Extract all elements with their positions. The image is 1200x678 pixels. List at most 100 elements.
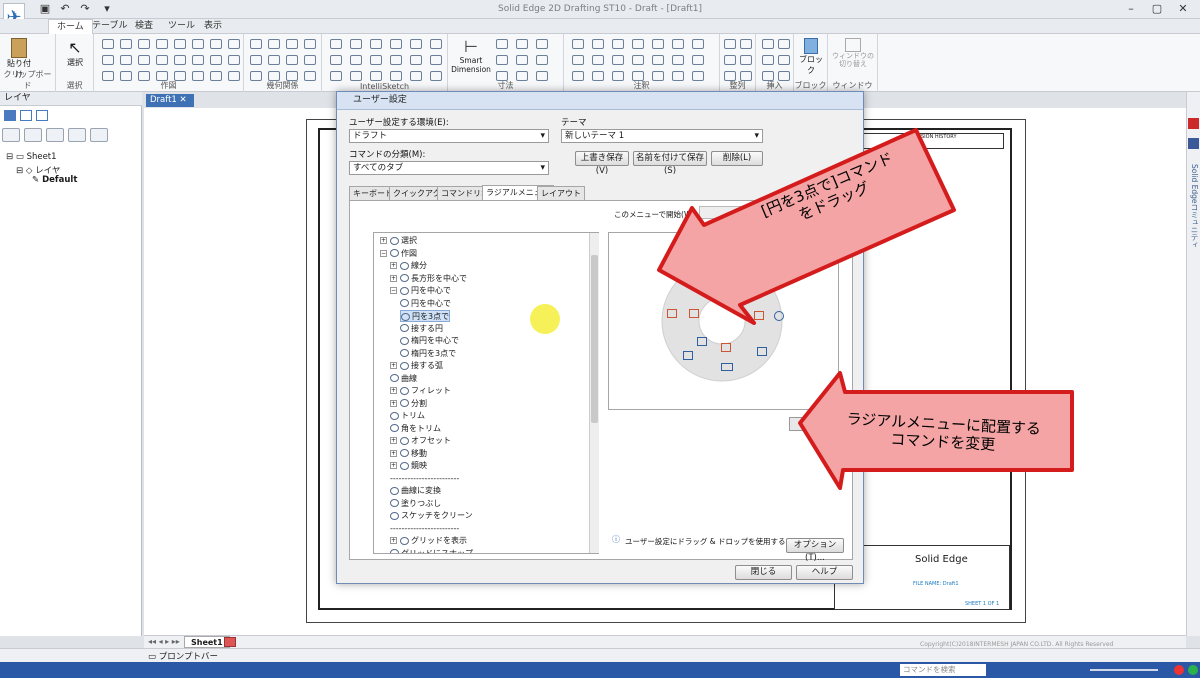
prompt-bar-toggle[interactable]: ▭ プロンプトバー: [148, 650, 218, 662]
align-bottom-icon[interactable]: [740, 55, 752, 65]
radial-slot-icon[interactable]: [699, 275, 709, 284]
distance-icon[interactable]: [496, 39, 508, 49]
radial-slot-icon[interactable]: [689, 309, 699, 318]
expand-toggle-icon[interactable]: +: [390, 262, 397, 269]
leader-icon[interactable]: [612, 39, 624, 49]
move-icon[interactable]: [156, 55, 168, 65]
facebook-icon[interactable]: [1188, 138, 1199, 149]
perpendicular-icon[interactable]: [268, 55, 280, 65]
insert-text-icon[interactable]: [762, 39, 774, 49]
check-icon[interactable]: [390, 71, 402, 81]
symmetric-dim-icon[interactable]: [496, 55, 508, 65]
fill-icon[interactable]: [156, 39, 168, 49]
expand-toggle-icon[interactable]: +: [390, 437, 397, 444]
radial-slot-icon[interactable]: [667, 309, 677, 318]
hatch-icon[interactable]: [174, 39, 186, 49]
arc-icon[interactable]: [120, 39, 132, 49]
tree-item[interactable]: 楕円を3点で: [400, 348, 456, 360]
active-layer-icon[interactable]: [24, 128, 42, 142]
circle-icon[interactable]: [120, 55, 132, 65]
tree-item[interactable]: トリム: [390, 410, 425, 422]
insert-object-icon[interactable]: [778, 55, 790, 65]
line-icon[interactable]: [102, 39, 114, 49]
check-icon[interactable]: [370, 55, 382, 65]
check-icon[interactable]: [430, 55, 442, 65]
align-top-icon[interactable]: [724, 55, 736, 65]
bolt-hole-icon[interactable]: [652, 55, 664, 65]
check-icon[interactable]: [430, 39, 442, 49]
check-icon[interactable]: [330, 55, 342, 65]
radial-slot-icon[interactable]: [683, 351, 693, 360]
balloon-icon[interactable]: [592, 39, 604, 49]
tree-item[interactable]: ------------------------: [390, 473, 459, 485]
theme-select[interactable]: 新しいテーマ 1: [561, 129, 763, 143]
radial-option-button[interactable]: [789, 417, 819, 431]
zoom-slider[interactable]: [1090, 669, 1158, 671]
check-icon[interactable]: [350, 71, 362, 81]
center-line-icon[interactable]: [692, 55, 704, 65]
callout-icon[interactable]: [572, 39, 584, 49]
radial-menu-preview[interactable]: [608, 232, 839, 410]
check-icon[interactable]: [410, 55, 422, 65]
insert-image-icon[interactable]: [762, 55, 774, 65]
radial-slot-icon[interactable]: [721, 343, 731, 352]
align-right-icon[interactable]: [740, 39, 752, 49]
tree-item[interactable]: + 選択: [380, 235, 417, 247]
tree-item[interactable]: − 円を中心で: [390, 285, 451, 297]
select-button[interactable]: ↖ 選択: [60, 38, 90, 68]
align-left-icon[interactable]: [724, 39, 736, 49]
tree-item[interactable]: 円を3点で: [400, 310, 451, 322]
block-button[interactable]: ブロック: [796, 38, 826, 76]
expand-toggle-icon[interactable]: +: [390, 387, 397, 394]
expand-toggle-icon[interactable]: −: [380, 249, 387, 257]
radial-circle-icon[interactable]: [774, 311, 784, 321]
group-tab-icon[interactable]: [20, 110, 32, 121]
tree-item[interactable]: 曲線に変換: [390, 485, 441, 497]
check-icon[interactable]: [330, 39, 342, 49]
save-as-button[interactable]: 名前を付けて保存(S): [633, 151, 707, 176]
tree-item[interactable]: + 鏡映: [390, 460, 427, 472]
edge-icon[interactable]: [612, 55, 624, 65]
crosshair-icon[interactable]: [652, 39, 664, 49]
tree-item[interactable]: + オフセット: [390, 435, 451, 447]
expand-toggle-icon[interactable]: −: [390, 287, 397, 294]
collinear-icon[interactable]: [304, 39, 316, 49]
fcf-icon[interactable]: [672, 39, 684, 49]
tab-inspect[interactable]: 検査: [127, 19, 161, 34]
expand-toggle-icon[interactable]: +: [390, 274, 397, 282]
text-icon[interactable]: [228, 55, 240, 65]
angle-icon[interactable]: [516, 39, 528, 49]
expand-toggle-icon[interactable]: +: [390, 449, 397, 457]
sheet-tab-sheet1[interactable]: Sheet1: [184, 636, 230, 648]
environment-select[interactable]: ドラフト: [349, 129, 549, 143]
sheet-nav-arrows[interactable]: ◂◂ ◂ ▸ ▸▸: [148, 637, 180, 646]
trim-icon[interactable]: [192, 39, 204, 49]
add-sheet-icon[interactable]: [224, 637, 236, 647]
stretch-icon[interactable]: [210, 55, 222, 65]
connect-icon[interactable]: [250, 39, 262, 49]
parallel-icon[interactable]: [250, 55, 262, 65]
check-icon[interactable]: [390, 39, 402, 49]
document-tab[interactable]: Draft1 ✕: [146, 94, 194, 107]
expand-toggle-icon[interactable]: +: [390, 537, 397, 544]
text-box-icon[interactable]: [632, 39, 644, 49]
expand-toggle-icon[interactable]: +: [390, 362, 397, 369]
scale-icon[interactable]: [192, 55, 204, 65]
lock-icon[interactable]: [286, 55, 298, 65]
surface-icon[interactable]: [592, 55, 604, 65]
category-select[interactable]: すべてのタブ: [349, 161, 549, 175]
concentric-icon[interactable]: [268, 39, 280, 49]
horizontal-icon[interactable]: [286, 39, 298, 49]
maximize-icon[interactable]: ▢: [1144, 2, 1170, 17]
library-tab-icon[interactable]: [36, 110, 48, 121]
check-icon[interactable]: [410, 39, 422, 49]
hide-layer-icon[interactable]: [68, 128, 86, 142]
tree-item[interactable]: 曲線: [390, 373, 417, 385]
text-a-icon[interactable]: [632, 55, 644, 65]
insert-globe-icon[interactable]: [778, 39, 790, 49]
check-icon[interactable]: [430, 71, 442, 81]
datum-icon[interactable]: [692, 39, 704, 49]
coordinate-icon[interactable]: [536, 39, 548, 49]
check-icon[interactable]: [330, 71, 342, 81]
smart-dimension-button[interactable]: ⊢ Smart Dimension: [450, 37, 492, 74]
